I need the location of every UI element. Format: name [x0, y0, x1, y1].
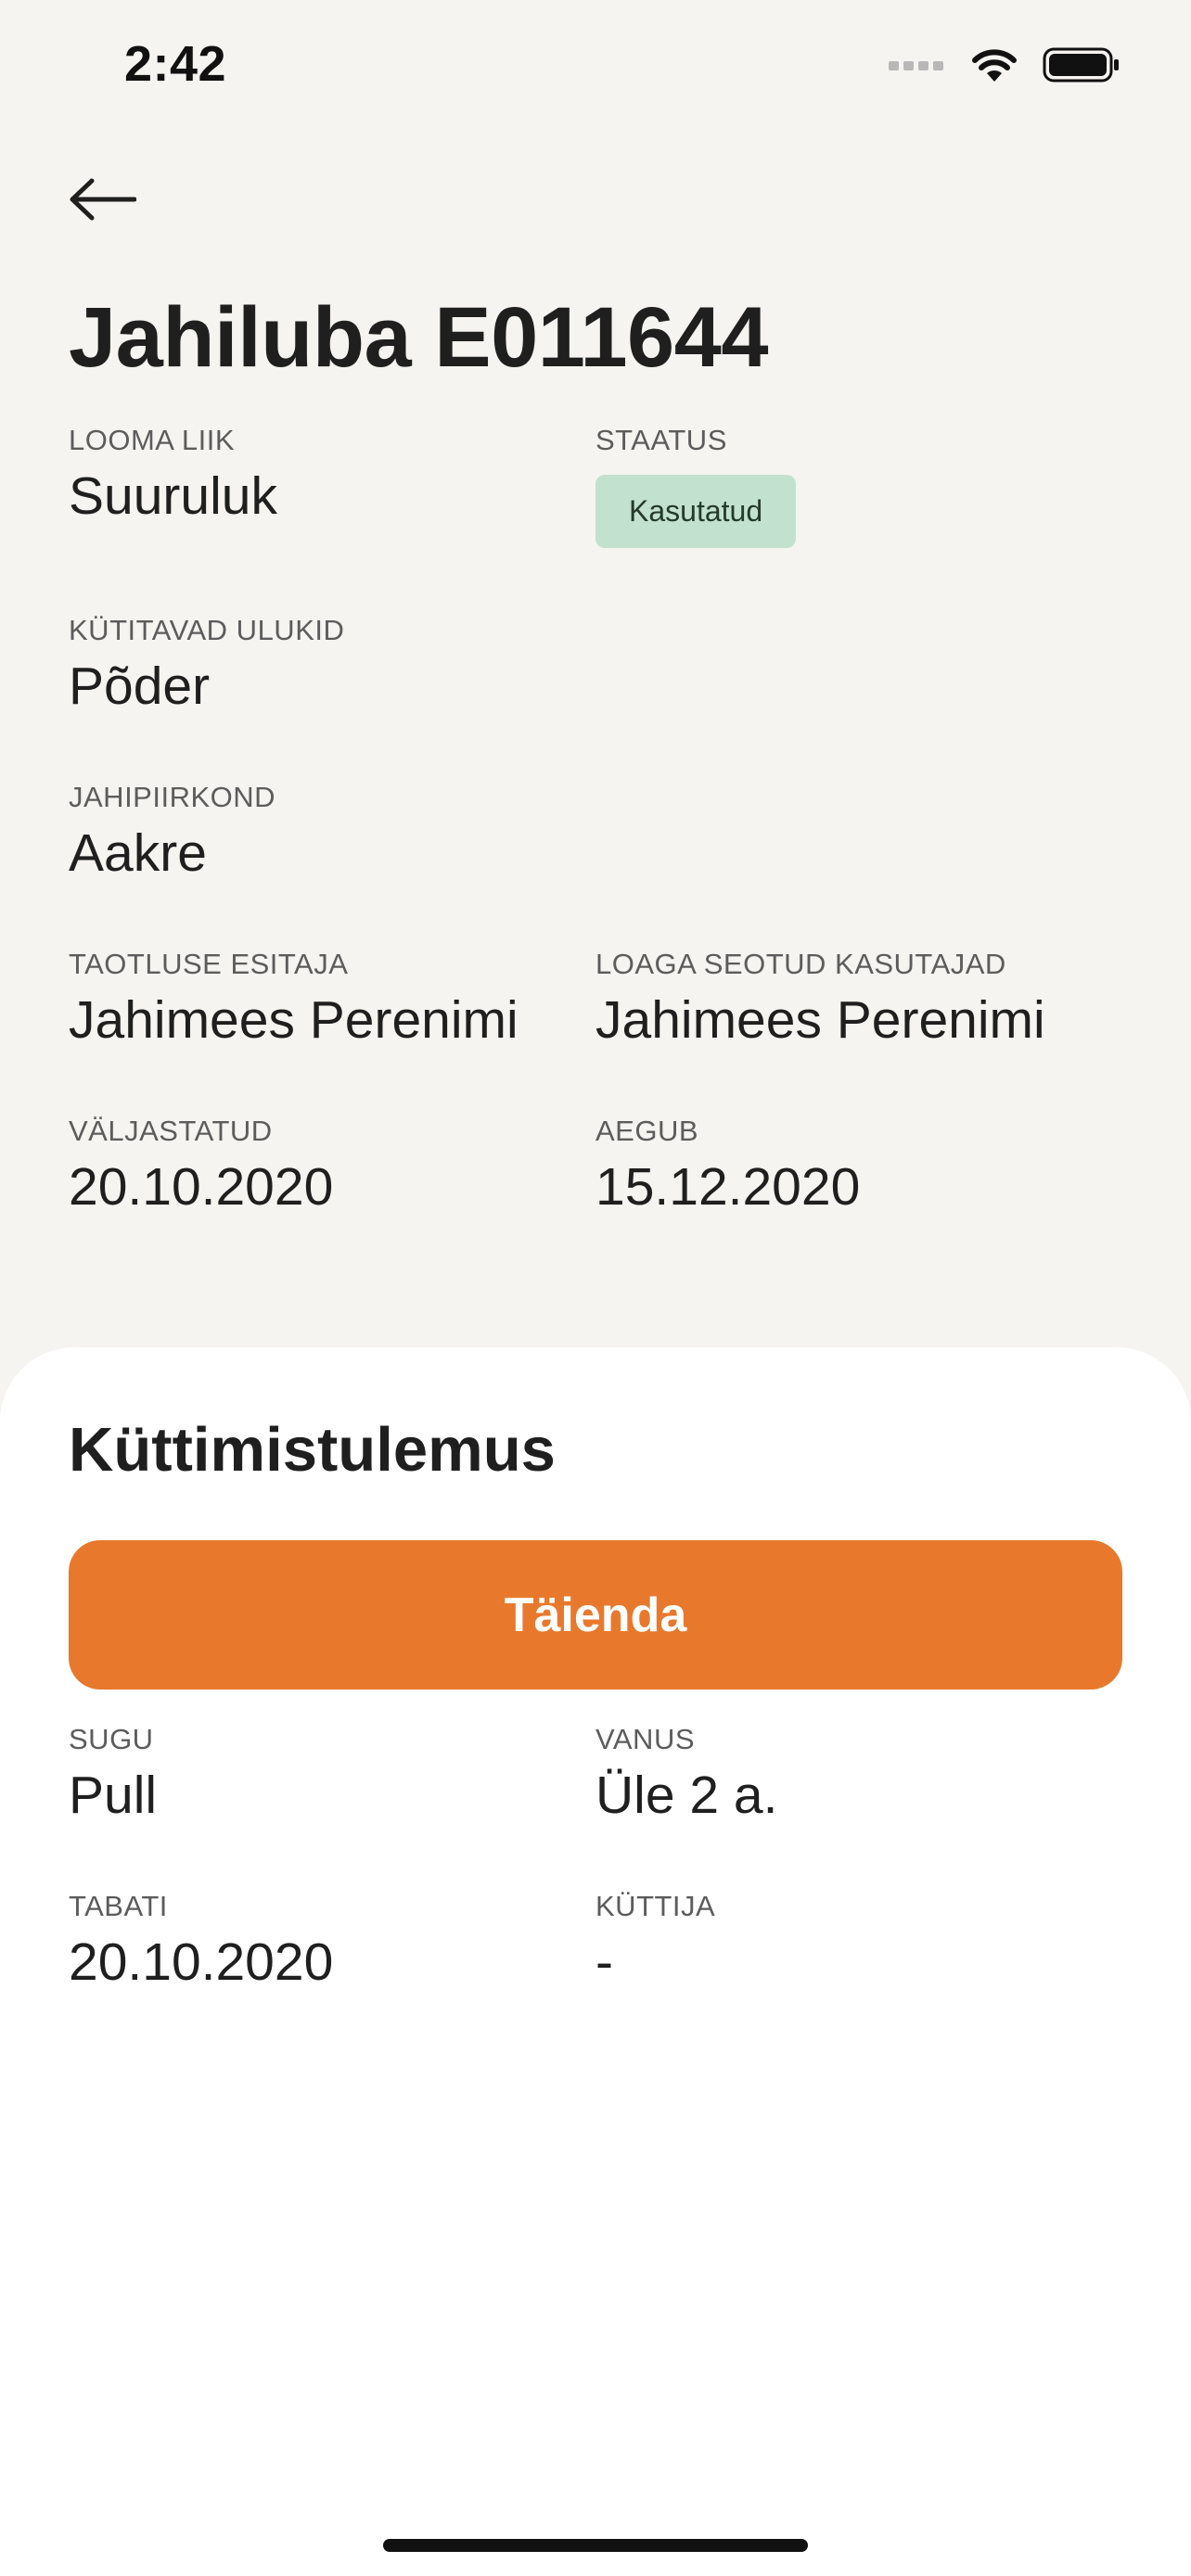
game-species-label: KÜTITAVAD ULUKID [69, 614, 345, 646]
arrow-left-icon [68, 178, 137, 225]
sex-value: Pull [69, 1766, 158, 1826]
animal-type-field: LOOMA LIIK Suuruluk [69, 424, 588, 527]
page-title: Jahiluba E011644 [69, 290, 769, 385]
killed-date-value: 20.10.2020 [69, 1932, 334, 1993]
animal-type-label: LOOMA LIIK [69, 424, 236, 456]
issued-field: VÄLJASTATUD 20.10.2020 [69, 1115, 588, 1218]
linked-users-field: LOAGA SEOTUD KASUTAJAD Jahimees Perenimi [596, 948, 1115, 1051]
issued-value: 20.10.2020 [69, 1157, 334, 1218]
cellular-icon [889, 58, 946, 76]
status-icons [889, 46, 1121, 88]
applicant-label: TAOTLUSE ESITAJA [69, 948, 349, 980]
hunter-field: KÜTTIJA - [596, 1890, 1115, 1993]
result-title: Küttimistulemus [69, 1415, 556, 1485]
hunting-district-value: Aakre [69, 823, 207, 884]
back-button[interactable] [65, 169, 139, 234]
sex-field: SUGU Pull [69, 1723, 588, 1826]
home-indicator[interactable] [383, 2539, 808, 2552]
hunter-label: KÜTTIJA [596, 1890, 716, 1922]
hunting-district-field: JAHIPIIRKOND Aakre [69, 781, 588, 884]
status-label: STAATUS [596, 424, 727, 456]
issued-label: VÄLJASTATUD [69, 1115, 273, 1147]
linked-users-value: Jahimees Perenimi [596, 990, 1045, 1051]
age-field: VANUS Üle 2 a. [596, 1723, 1115, 1826]
killed-date-field: TABATI 20.10.2020 [69, 1890, 588, 1993]
age-label: VANUS [596, 1723, 696, 1755]
expires-field: AEGUB 15.12.2020 [596, 1115, 1115, 1218]
game-species-field: KÜTITAVAD ULUKID Põder [69, 614, 588, 717]
linked-users-label: LOAGA SEOTUD KASUTAJAD [596, 948, 1006, 980]
status-field: STAATUS Kasutatud [596, 424, 1115, 549]
status-time: 2:42 [124, 36, 227, 92]
expires-value: 15.12.2020 [596, 1157, 861, 1218]
hunter-value: - [596, 1932, 613, 1993]
game-species-value: Põder [69, 657, 211, 717]
complete-button[interactable]: Täienda [69, 1540, 1122, 1690]
age-value: Üle 2 a. [596, 1766, 778, 1826]
hunting-district-label: JAHIPIIRKOND [69, 781, 276, 813]
status-badge: Kasutatud [596, 475, 797, 549]
applicant-value: Jahimees Perenimi [69, 990, 519, 1051]
killed-date-label: TABATI [69, 1890, 168, 1922]
expires-label: AEGUB [596, 1115, 699, 1147]
sex-label: SUGU [69, 1723, 154, 1755]
status-bar: 2:42 [0, 0, 1191, 139]
animal-type-value: Suuruluk [69, 466, 277, 527]
applicant-field: TAOTLUSE ESITAJA Jahimees Perenimi [69, 948, 588, 1051]
wifi-icon [970, 46, 1018, 88]
battery-icon [1043, 46, 1121, 88]
